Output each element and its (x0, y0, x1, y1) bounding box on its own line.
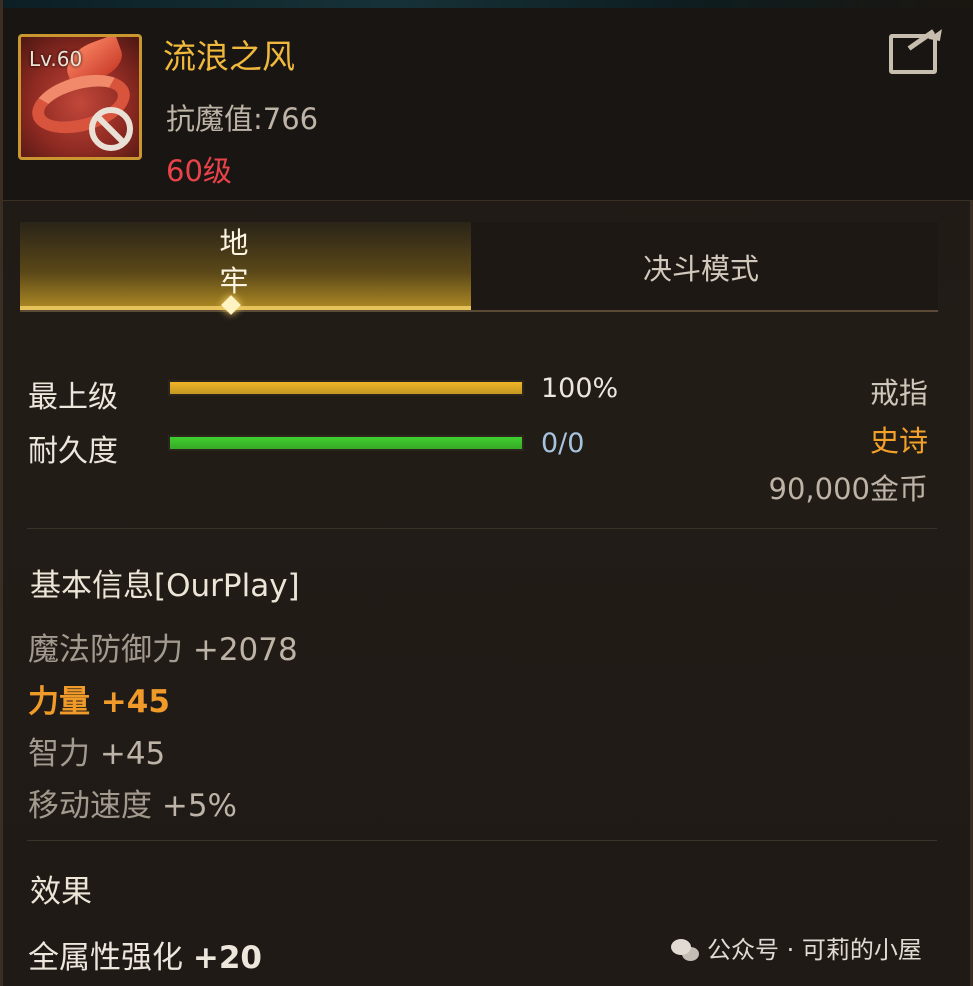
attr-name: 全属性强化 (28, 940, 183, 976)
item-rarity: 史诗 (869, 424, 928, 458)
mode-tabs: 地 牢 决斗模式 (20, 222, 938, 312)
item-name: 流浪之风 (163, 37, 295, 76)
attr-name: 智力 (28, 736, 90, 772)
attr-value: +45 (99, 736, 166, 772)
tab-dungeon-label-top: 地 (219, 226, 249, 260)
item-header: Lv.60 流浪之风 抗魔值:766 60级 (3, 8, 973, 201)
item-tooltip-panel: Lv.60 流浪之风 抗魔值:766 60级 地 牢 决斗模式 最上级 100%… (0, 0, 973, 986)
item-required-level: 60级 (166, 154, 232, 188)
durability-value: 0/0 (541, 428, 585, 459)
attr-value: +45 (100, 684, 170, 720)
item-price: 90,000金币 (768, 472, 928, 506)
share-icon[interactable] (889, 34, 937, 74)
watermark-text: 公众号 · 可莉的小屋 (707, 936, 922, 964)
attr-all-stats: 全属性强化 +20 (28, 932, 262, 977)
divider (27, 528, 937, 529)
wechat-icon (671, 939, 701, 963)
durability-label: 耐久度 (28, 434, 118, 469)
grade-value: 100% (541, 373, 619, 404)
item-type: 戒指 (869, 376, 928, 410)
grade-label: 最上级 (28, 380, 118, 415)
tab-dungeon-label-bottom: 牢 (219, 264, 249, 298)
item-resist-value: 抗魔值:766 (166, 102, 319, 136)
attr-magic-defense: 魔法防御力 +2078 (28, 624, 298, 669)
durability-bar (168, 435, 524, 451)
watermark: 公众号 · 可莉的小屋 (671, 930, 922, 965)
divider (27, 840, 937, 841)
item-icon[interactable]: Lv.60 (18, 34, 142, 160)
attr-strength: 力量 +45 (28, 676, 170, 721)
grade-bar (168, 380, 524, 396)
tab-dungeon[interactable]: 地 牢 (20, 222, 471, 310)
item-level-badge: Lv.60 (29, 47, 83, 71)
attr-name: 移动速度 (28, 788, 152, 824)
tab-dungeon-label: 地 牢 (218, 224, 250, 300)
top-edge (3, 0, 973, 8)
effects-title: 效果 (30, 874, 92, 910)
no-trade-icon (89, 107, 133, 151)
tab-duel-mode[interactable]: 决斗模式 (471, 222, 938, 310)
attr-value: +20 (192, 940, 262, 976)
attr-value: +2078 (192, 632, 298, 668)
attr-name: 魔法防御力 (28, 632, 183, 668)
attr-intelligence: 智力 +45 (28, 728, 165, 773)
attr-value: +5% (161, 788, 238, 824)
attr-move-speed: 移动速度 +5% (28, 780, 237, 825)
grade-bar-fill (170, 382, 522, 394)
durability-bar-fill (170, 437, 522, 449)
basic-info-title: 基本信息[OurPlay] (30, 568, 300, 604)
attr-name: 力量 (28, 684, 90, 720)
tab-duel-mode-label: 决斗模式 (643, 252, 760, 286)
